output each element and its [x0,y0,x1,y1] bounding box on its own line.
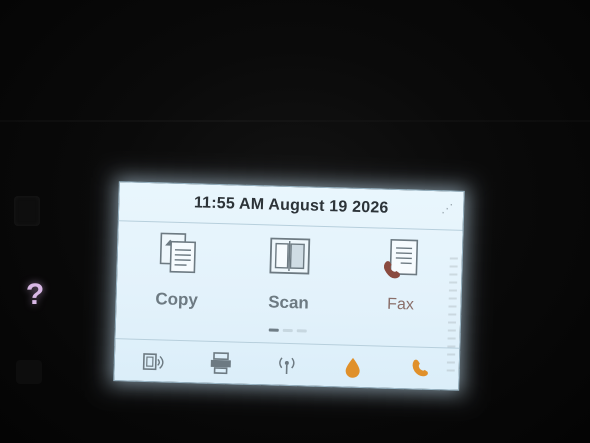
fax-status-icon[interactable] [405,355,434,382]
scan-tile[interactable]: Scan [238,226,341,323]
page-dot [296,329,307,333]
scroll-hint-icon: ⋰ [441,201,454,216]
app-tiles: Copy Scan Fax [116,222,463,328]
bezel-edge [0,120,590,122]
copy-icon [159,232,197,274]
scan-icon [269,237,311,275]
ink-icon[interactable] [339,353,368,380]
printer-photo: ? 11:55 AM August 19 2026 ⋰ Copy Scan Fa… [0,0,590,443]
fax-icon [383,239,419,279]
eprint-icon[interactable] [206,349,235,376]
scan-label: Scan [267,292,310,313]
wireless-icon[interactable] [272,351,301,378]
page-indicator [268,328,307,333]
status-icon-bar [114,338,460,390]
copy-label: Copy [155,289,199,310]
home-button[interactable] [14,196,40,226]
help-button[interactable]: ? [20,278,50,312]
control-panel-display: 11:55 AM August 19 2026 ⋰ Copy Scan Fax [113,181,465,391]
page-dot-active [268,328,279,332]
page-dot [282,328,293,333]
copy-tile[interactable]: Copy [126,222,229,319]
wifi-direct-icon[interactable] [140,347,169,374]
back-button[interactable] [16,360,42,384]
fax-tile[interactable]: Fax [350,229,453,326]
fax-label: Fax [386,295,415,314]
datetime-label: 11:55 AM August 19 2026 [193,194,389,217]
